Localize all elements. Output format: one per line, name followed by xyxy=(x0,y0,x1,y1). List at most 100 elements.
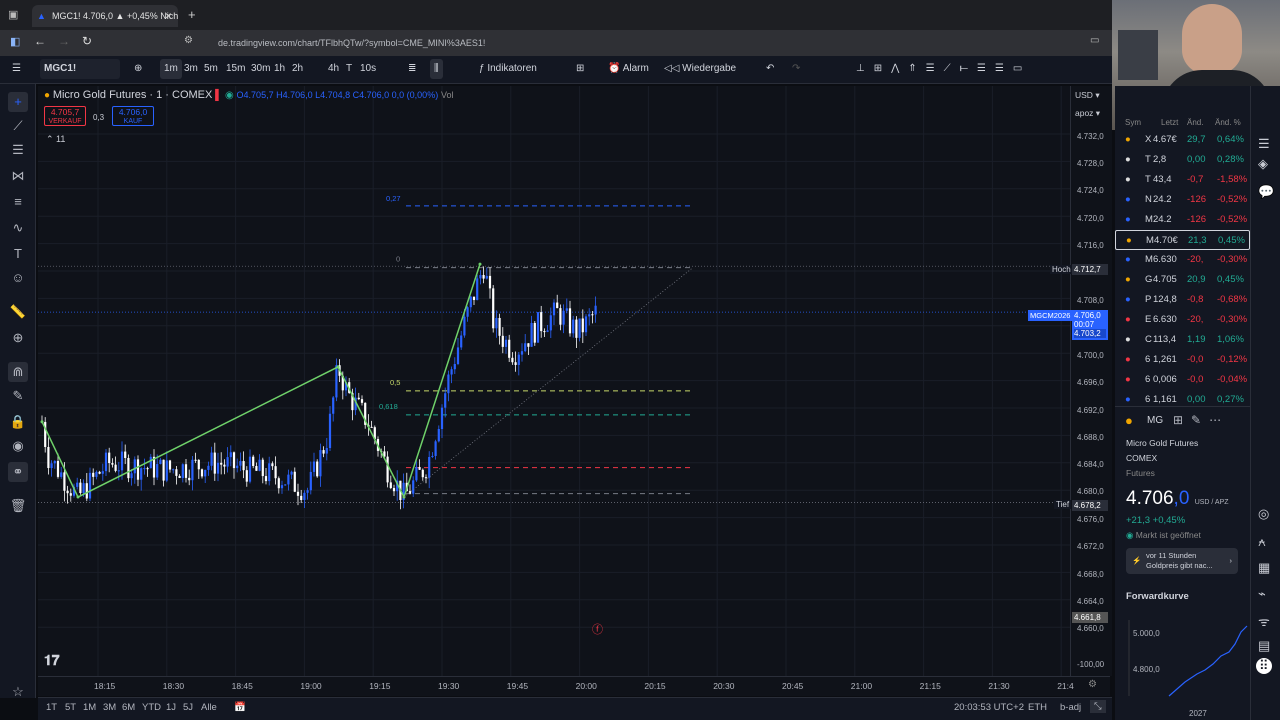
zoom-icon[interactable]: ⊕ xyxy=(8,328,28,348)
news-card[interactable]: ⚡ vor 11 Stunden Goldpreis gibt nac... › xyxy=(1126,548,1238,574)
watchlist-row[interactable]: ● T 2,8 0,00 0,28% xyxy=(1115,150,1250,170)
favorites-icon[interactable]: ☆ xyxy=(8,682,28,702)
ideas-icon[interactable]: ⍲ xyxy=(1258,534,1266,550)
range-ytd[interactable]: YTD xyxy=(142,702,161,713)
watchlist-row[interactable]: ● M 24.2 -126 -0,52% xyxy=(1115,210,1250,230)
buy-button[interactable]: 4.706,0 KAUF xyxy=(112,106,154,126)
session-toggle[interactable]: ETH xyxy=(1028,702,1047,713)
maximize-icon[interactable]: ⤡ xyxy=(1090,700,1106,713)
lightning-icon[interactable]: ⓕ xyxy=(592,621,603,637)
adjust-toggle[interactable]: b-adj xyxy=(1060,702,1081,713)
interval-15m[interactable]: 15m xyxy=(222,59,249,79)
watchlist-row[interactable]: ● M 4.70€ 21,3 0,45% xyxy=(1115,230,1250,250)
stream-icon[interactable]: ⌁ xyxy=(1258,586,1266,602)
target-icon[interactable]: ◎ xyxy=(1258,506,1269,522)
interval-t[interactable]: T xyxy=(342,59,356,79)
watchlist-row[interactable]: ● X 4.67€ 29,7 0,64% xyxy=(1115,130,1250,150)
browser-tab[interactable]: ▲ MGC1! 4.706,0 ▲ +0,45% Nicht ✕ xyxy=(32,5,178,27)
layout-icon[interactable]: ⊞ xyxy=(572,59,588,79)
range-5t[interactable]: 5T xyxy=(65,702,76,713)
fib-icon[interactable]: ≡ xyxy=(8,192,28,212)
watchlist-row[interactable]: ● E 6.630 -20, -0,30% xyxy=(1115,310,1250,330)
calendar-icon[interactable]: ▦ xyxy=(1258,560,1270,576)
range-1t[interactable]: 1T xyxy=(46,702,57,713)
interval-1h[interactable]: 1h xyxy=(270,59,289,79)
range-alle[interactable]: Alle xyxy=(201,702,217,713)
range-1m[interactable]: 1M xyxy=(83,702,96,713)
watchlist-header-cell[interactable]: Änd. xyxy=(1187,118,1203,127)
horizontal-lines-icon[interactable]: ☰ xyxy=(8,140,28,160)
watchlist-row[interactable]: ● C 113,4 1,19 1,06% xyxy=(1115,330,1250,350)
reload-icon[interactable]: ↻ xyxy=(82,34,92,48)
watchlist-row[interactable]: ● T 43,4 -0,7 -1,58% xyxy=(1115,170,1250,190)
chart-type-icon[interactable]: ≣ xyxy=(404,59,420,79)
currency-select[interactable]: USD ▾ xyxy=(1075,90,1100,101)
lock-icon[interactable]: 🔒 xyxy=(8,412,28,432)
layers-icon[interactable]: ◈ xyxy=(1258,156,1268,172)
watchlist-row[interactable]: ● P 124,8 -0,8 -0,68% xyxy=(1115,290,1250,310)
emoji-icon[interactable]: ☺ xyxy=(8,268,28,288)
legend-collapse[interactable]: ⌃ 11 xyxy=(46,134,65,145)
compare-icon[interactable]: ⊕ xyxy=(130,59,146,79)
unit-select[interactable]: apoz ▾ xyxy=(1075,108,1100,119)
watchlist-row[interactable]: ● 6 1,261 -0,0 -0,12% xyxy=(1115,350,1250,370)
alarm-button[interactable]: ⏰ Alarm xyxy=(604,59,653,79)
magnet-icon[interactable]: ⋒ xyxy=(8,362,28,382)
drawing-tools-icons[interactable]: ⊥⊞⋀⇑☰⟋⟝☰☰▭ xyxy=(852,59,1035,79)
interval-1m[interactable]: 1m xyxy=(160,59,182,79)
watchlist-row[interactable]: ● G 4.705 20,9 0,45% xyxy=(1115,270,1250,290)
interval-2h[interactable]: 2h xyxy=(288,59,307,79)
details-tools-icons[interactable]: ⊞✎⋯ xyxy=(1173,413,1229,427)
watchlist-header-cell[interactable]: Letzt xyxy=(1161,118,1178,127)
notifications-icon[interactable]: ▤ xyxy=(1258,638,1270,654)
candlestick-plot[interactable]: 0,27 0 0,5 0,618 xyxy=(38,86,1070,676)
price-axis[interactable]: USD ▾ apoz ▾ 4.732,0 4.728,0 4.724,0 4.720,… xyxy=(1070,86,1112,676)
range-3m[interactable]: 3M xyxy=(103,702,116,713)
install-icon[interactable]: ▭ xyxy=(1090,35,1099,46)
interval-5m[interactable]: 5m xyxy=(200,59,222,79)
brush-icon[interactable]: ∿ xyxy=(8,218,28,238)
sell-button[interactable]: 4.705,7 VERKAUF xyxy=(44,106,86,126)
crosshair-icon[interactable]: + xyxy=(8,92,28,112)
trash-icon[interactable]: 🗑 xyxy=(8,496,28,516)
watchlist-icon[interactable]: ☰ xyxy=(1258,136,1270,152)
interval-4h[interactable]: 4h xyxy=(324,59,343,79)
link-icon[interactable]: ⚭ xyxy=(8,462,28,482)
range-6m[interactable]: 6M xyxy=(122,702,135,713)
watchlist-header-cell[interactable]: Sym xyxy=(1125,118,1141,127)
url-field[interactable]: de.tradingview.com/chart/TFlbhQTw/?symbo… xyxy=(200,32,1080,54)
tab-close-icon[interactable]: ✕ xyxy=(164,5,172,27)
time-axis[interactable]: 18:15 18:30 18:45 19:00 19:15 19:30 19:45 20:00… xyxy=(38,676,1110,696)
watchlist-row[interactable]: ● 6 0,006 -0,0 -0,04% xyxy=(1115,370,1250,390)
undo-icon[interactable]: ↶ xyxy=(762,59,778,79)
watchlist-header-cell[interactable]: Änd. % xyxy=(1215,118,1241,127)
clock[interactable]: 20:03:53 UTC+2 xyxy=(954,702,1024,713)
price-chart[interactable]: 0,27 0 0,5 0,618 ● Micro Gold Futures · 1 ·… xyxy=(38,86,1110,696)
interval-10s[interactable]: 10s xyxy=(356,59,380,79)
watchlist-row[interactable]: ● N 24.2 -126 -0,52% xyxy=(1115,190,1250,210)
ruler-icon[interactable]: 📏 xyxy=(8,302,28,322)
interval-3m[interactable]: 3m xyxy=(180,59,202,79)
menu-icon[interactable]: ☰ xyxy=(8,59,25,79)
eye-icon[interactable]: ◉ xyxy=(8,436,28,456)
watchlist-row[interactable]: ● M 6.630 -20, -0,30% xyxy=(1115,250,1250,270)
forward-icon[interactable]: → xyxy=(58,34,70,48)
broadcast-icon[interactable]: ᯤ xyxy=(1258,612,1270,630)
back-icon[interactable]: ← xyxy=(34,34,46,48)
text-icon[interactable]: T xyxy=(8,244,28,264)
symbol-search-button[interactable]: MGC1! xyxy=(40,59,120,79)
apps-icon[interactable]: ⠿ xyxy=(1256,658,1272,674)
axis-settings-icon[interactable]: ⚙ xyxy=(1088,679,1097,690)
pencil-lock-icon[interactable]: ✎ xyxy=(8,386,28,406)
sidebar-icon[interactable]: ◧ xyxy=(10,35,20,48)
range-5j[interactable]: 5J xyxy=(183,702,193,713)
trend-line-icon[interactable]: ⟋ xyxy=(8,116,28,136)
site-info-icon[interactable]: ⚙ xyxy=(184,35,193,46)
redo-icon[interactable]: ↷ xyxy=(788,59,804,79)
range-1j[interactable]: 1J xyxy=(166,702,176,713)
chat-icon[interactable]: 💬 xyxy=(1258,184,1274,200)
new-tab-icon[interactable]: + xyxy=(188,7,196,22)
candles-icon[interactable]: ⫼ xyxy=(430,59,443,79)
window-menu-icon[interactable]: ▣ xyxy=(8,8,18,21)
pattern-icon[interactable]: ⋈ xyxy=(8,166,28,186)
